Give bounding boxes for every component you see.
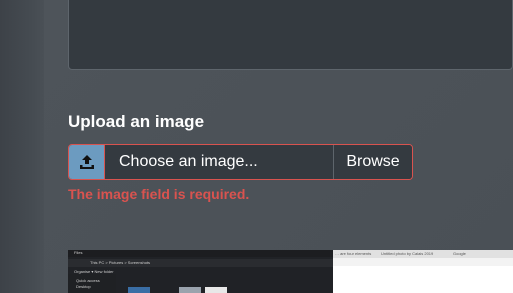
preview-browser-tab: … are four elements [335,251,372,256]
left-sidebar-strip [0,0,44,293]
preview-breadcrumb: This PC > Pictures > Screenshots [90,260,151,265]
preview-browser-page [333,266,513,293]
preview-thumbnail [205,287,227,293]
preview-side-item: Desktop [76,284,91,289]
content-panel [68,0,513,70]
preview-browser-tab: Untitled photo by Calais 2019 [381,251,434,256]
file-input-label[interactable]: Choose an image... [105,145,333,179]
preview-titlebar [68,250,333,257]
validation-error-message: The image field is required. [68,186,250,202]
preview-side-item: Quick access [76,278,100,283]
preview-app-title: Files [74,250,83,255]
preview-thumbnail [179,287,201,293]
preview-thumbnail [128,287,150,293]
upload-section-title: Upload an image [68,112,205,131]
browse-button[interactable]: Browse [333,145,412,179]
file-upload-group[interactable]: Choose an image... Browse [68,144,413,180]
image-preview: Files This PC > Pictures > Screenshots O… [68,250,513,293]
preview-browser: … are four elements Untitled photo by Ca… [333,250,513,293]
upload-icon-box[interactable] [69,145,105,179]
upload-icon [79,155,94,169]
preview-browser-tab: Google [453,251,466,256]
